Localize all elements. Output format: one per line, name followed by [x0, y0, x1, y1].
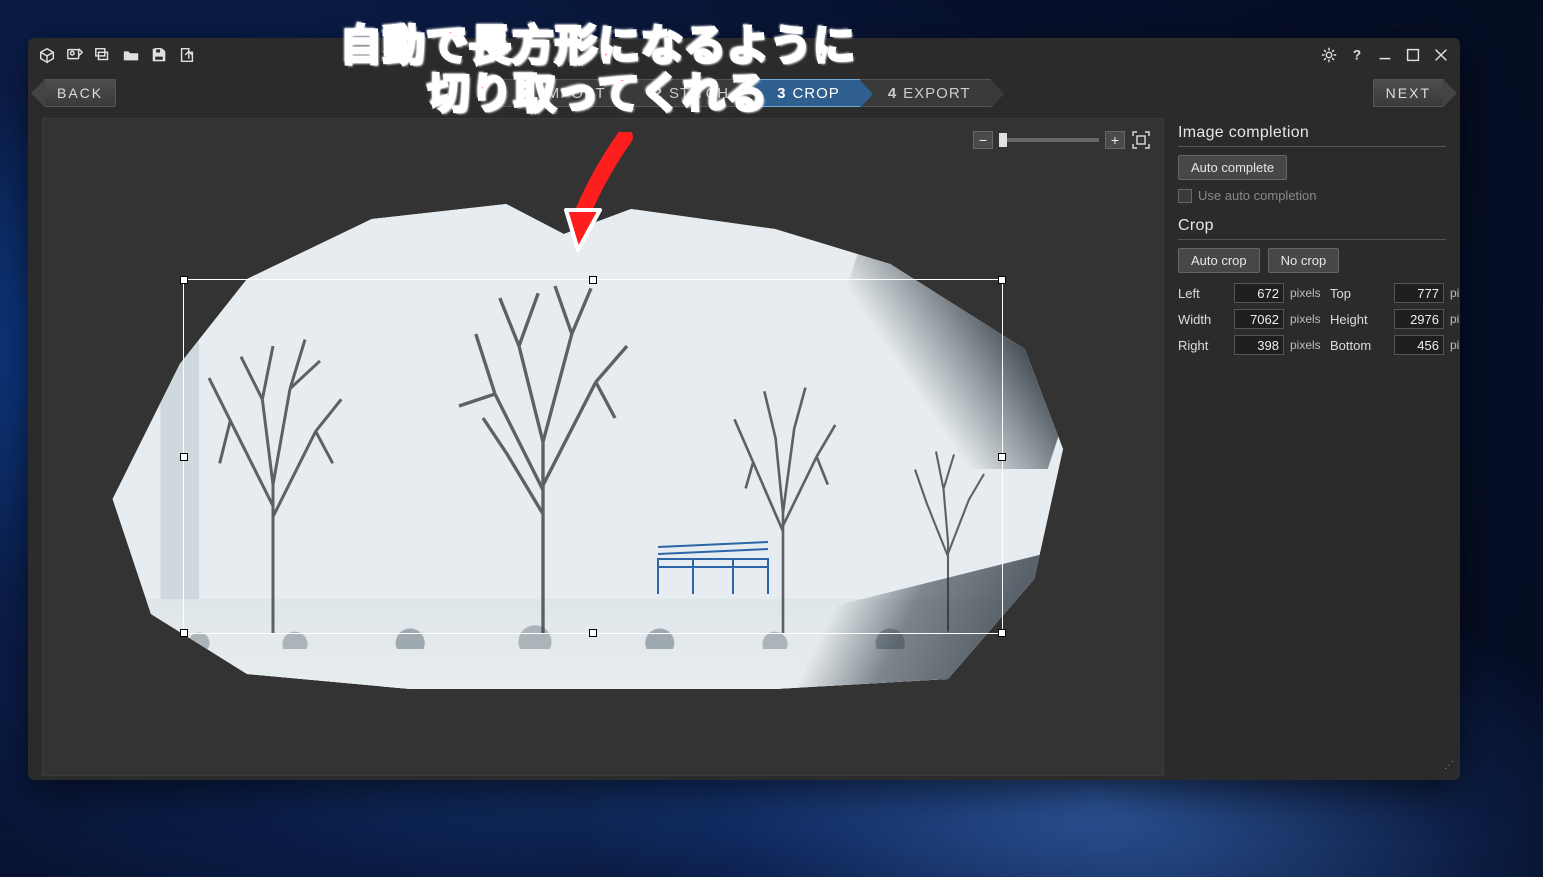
- import-folder-icon[interactable]: [94, 46, 112, 64]
- save-icon[interactable]: [150, 46, 168, 64]
- import-images-icon[interactable]: [66, 46, 84, 64]
- open-icon[interactable]: [122, 46, 140, 64]
- main-area: − +: [28, 114, 1460, 780]
- canvas-area[interactable]: − +: [42, 118, 1164, 776]
- zoom-slider-thumb[interactable]: [999, 133, 1007, 147]
- crop-left-label: Left: [1178, 286, 1230, 301]
- unit: pixels: [1290, 286, 1326, 300]
- crop-width-input[interactable]: [1234, 309, 1284, 329]
- package-icon[interactable]: [38, 46, 56, 64]
- unit: pixels: [1290, 338, 1326, 352]
- next-label: NEXT: [1386, 85, 1431, 101]
- zoom-in-button[interactable]: +: [1105, 131, 1125, 149]
- use-auto-completion-row[interactable]: Use auto completion: [1178, 188, 1446, 203]
- svg-text:?: ?: [1353, 48, 1361, 63]
- crop-right-label: Right: [1178, 338, 1230, 353]
- unit: pixels: [1450, 286, 1460, 300]
- side-panel: Image completion Auto complete Use auto …: [1164, 114, 1460, 780]
- maximize-icon[interactable]: [1404, 46, 1422, 64]
- crop-height-label: Height: [1330, 312, 1390, 327]
- no-crop-button[interactable]: No crop: [1268, 248, 1340, 273]
- crop-left-input[interactable]: [1234, 283, 1284, 303]
- workflow-steps: 1 IMPORT 2 STITCH 3 CROP 4 EXPORT: [124, 79, 1365, 107]
- auto-complete-button[interactable]: Auto complete: [1178, 155, 1287, 180]
- crop-top-label: Top: [1330, 286, 1390, 301]
- crop-right-input[interactable]: [1234, 335, 1284, 355]
- crop-bottom-input[interactable]: [1394, 335, 1444, 355]
- window-resize-grip[interactable]: ⋰: [1444, 764, 1456, 776]
- unit: pixels: [1290, 312, 1326, 326]
- back-label: BACK: [57, 85, 103, 101]
- crop-values-grid: Left pixels Top pixels Width pixels Heig…: [1178, 283, 1446, 355]
- unit: pixels: [1450, 338, 1460, 352]
- crop-top-input[interactable]: [1394, 283, 1444, 303]
- zoom-out-button[interactable]: −: [973, 131, 993, 149]
- crop-bottom-label: Bottom: [1330, 338, 1390, 353]
- workflow-nav: BACK 1 IMPORT 2 STITCH 3 CROP 4 EXPORT N…: [28, 72, 1460, 114]
- step-stitch[interactable]: 2 STITCH: [626, 79, 750, 107]
- unit: pixels: [1450, 312, 1460, 326]
- crop-height-input[interactable]: [1394, 309, 1444, 329]
- image-completion-heading: Image completion: [1178, 124, 1446, 147]
- close-icon[interactable]: [1432, 46, 1450, 64]
- app-window: ? BACK 1 IMPORT 2 STITCH: [28, 38, 1460, 780]
- step-export[interactable]: 4 EXPORT: [860, 79, 991, 107]
- panorama-image: [103, 189, 1063, 689]
- minimize-icon[interactable]: [1376, 46, 1394, 64]
- auto-crop-button[interactable]: Auto crop: [1178, 248, 1260, 273]
- step-import[interactable]: 1 IMPORT: [498, 79, 625, 107]
- crop-heading: Crop: [1178, 217, 1446, 240]
- crop-width-label: Width: [1178, 312, 1230, 327]
- zoom-controls: − +: [973, 131, 1151, 149]
- titlebar: ?: [28, 38, 1460, 72]
- zoom-fit-button[interactable]: [1131, 131, 1151, 149]
- settings-icon[interactable]: [1320, 46, 1338, 64]
- back-button[interactable]: BACK: [44, 79, 116, 107]
- step-crop[interactable]: 3 CROP: [749, 79, 860, 107]
- export-icon[interactable]: [178, 46, 196, 64]
- help-icon[interactable]: ?: [1348, 46, 1366, 64]
- next-button[interactable]: NEXT: [1373, 79, 1444, 107]
- use-auto-completion-checkbox[interactable]: [1178, 189, 1192, 203]
- zoom-slider[interactable]: [999, 138, 1099, 142]
- use-auto-completion-label: Use auto completion: [1198, 188, 1317, 203]
